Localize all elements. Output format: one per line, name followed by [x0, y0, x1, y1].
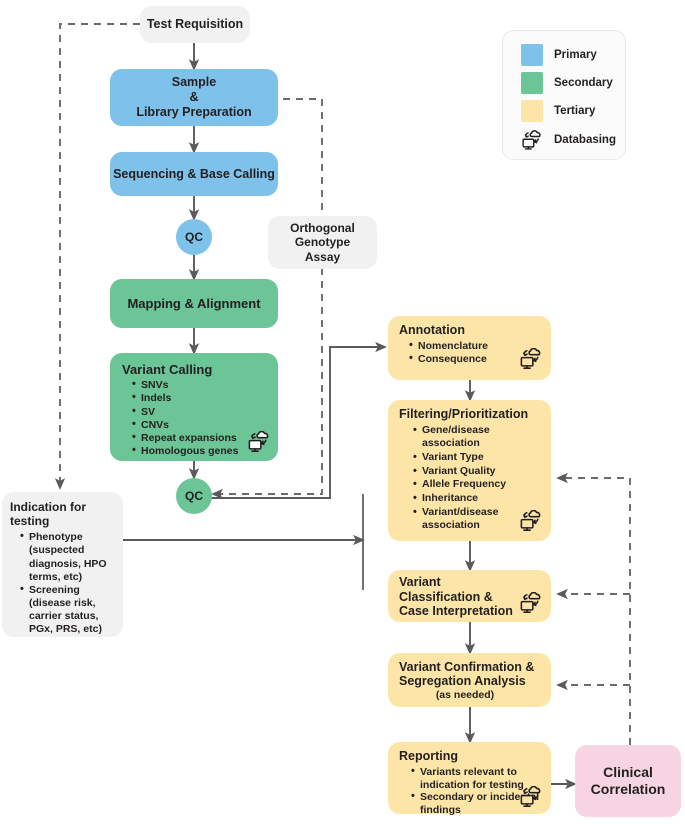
list-item: Homologous genes	[132, 444, 238, 458]
legend-swatch-primary	[521, 44, 543, 66]
node-indication-for-testing[interactable]: Indication for testing Phenotype (suspec…	[2, 492, 123, 637]
node-variant-calling-title: Variant Calling	[122, 362, 213, 377]
node-qc-secondary[interactable]: QC	[176, 478, 212, 514]
legend-item-secondary: Secondary	[521, 69, 625, 97]
node-indication-title-line1: Indication for	[10, 500, 86, 514]
node-variant-confirmation-segregation-analysis[interactable]: Variant Confirmation & Segregation Analy…	[388, 653, 551, 707]
legend-label-primary: Primary	[554, 49, 597, 61]
node-sample-line2: &	[189, 90, 199, 105]
node-orthogonal-line2: Genotype	[294, 235, 351, 250]
databasing-icon	[518, 347, 542, 370]
node-confirmation-line2: Segregation Analysis	[399, 674, 526, 689]
legend-label-tertiary: Tertiary	[554, 105, 596, 117]
databasing-icon	[521, 129, 543, 151]
indication-bullet-1-label: Screening	[29, 583, 80, 596]
node-variant-calling[interactable]: Variant Calling SNVs Indels SV CNVs Repe…	[110, 353, 278, 461]
legend-item-databasing: Databasing	[521, 125, 625, 155]
list-item: Phenotype (suspected diagnosis, HPO term…	[20, 530, 117, 584]
databasing-icon	[518, 591, 542, 614]
indication-bullet-0-detail: (suspected diagnosis, HPO terms, etc)	[29, 544, 107, 583]
node-indication-title-line2: testing	[10, 514, 50, 529]
list-item: Inheritance	[413, 491, 543, 506]
list-item: Variant Quality	[413, 464, 543, 479]
node-classification-line1: Variant Classification &	[399, 574, 493, 604]
node-reporting-title: Reporting	[399, 749, 459, 763]
indication-bullet-1-detail: (disease risk, carrier status, PGx, PRS,…	[29, 596, 102, 636]
node-confirmation-line3: (as needed)	[435, 689, 495, 702]
node-classification-line2: Case Interpretation	[399, 604, 513, 619]
node-annotation[interactable]: Annotation Nomenclature Consequence	[388, 316, 551, 380]
node-orthogonal-line3: Assay	[304, 249, 341, 264]
list-item: Nomenclature	[409, 339, 488, 353]
node-orthogonal-genotype-assay[interactable]: Orthogonal Genotype Assay	[268, 216, 377, 269]
list-item: Variant Type	[413, 450, 543, 465]
node-test-requisition-title: Test Requisition	[146, 17, 244, 32]
databasing-icon	[518, 509, 542, 532]
node-sample-library-preparation[interactable]: Sample & Library Preparation	[110, 69, 278, 126]
node-variant-classification-case-interpretation[interactable]: Variant Classification & Case Interpreta…	[388, 570, 551, 622]
flowchart-canvas: Test Requisition Sample & Library Prepar…	[0, 0, 685, 824]
legend-label-secondary: Secondary	[554, 77, 613, 89]
list-item: Repeat expansions	[132, 431, 238, 445]
node-annotation-bullets: Nomenclature Consequence	[399, 339, 488, 366]
list-item: SV	[132, 405, 238, 419]
node-sample-line1: Sample	[171, 75, 217, 90]
node-sequencing-base-calling[interactable]: Sequencing & Base Calling	[110, 152, 278, 196]
node-orthogonal-line1: Orthogonal	[290, 221, 355, 236]
indication-bullet-0-label: Phenotype	[29, 531, 83, 544]
node-qc-secondary-label: QC	[185, 488, 203, 503]
node-clinical-correlation-line2: Correlation	[590, 781, 666, 797]
node-clinical-correlation-line1: Clinical	[603, 764, 653, 781]
list-item: Consequence	[409, 352, 488, 366]
node-mapping-title: Mapping & Alignment	[127, 295, 261, 311]
node-sample-line3: Library Preparation	[136, 104, 252, 119]
node-reporting[interactable]: Reporting Variants relevant to indicatio…	[388, 742, 551, 816]
node-variant-calling-bullets: SNVs Indels SV CNVs Repeat expansions Ho…	[122, 378, 238, 458]
node-filtering-title: Filtering/Prioritization	[399, 407, 529, 421]
node-indication-bullets: Phenotype (suspected diagnosis, HPO term…	[10, 530, 117, 637]
list-item: Indels	[132, 391, 238, 405]
node-qc-primary-label: QC	[185, 229, 203, 244]
list-item: Gene/disease association	[413, 423, 543, 451]
node-confirmation-line1: Variant Confirmation &	[399, 659, 535, 674]
databasing-icon	[246, 430, 270, 453]
list-item: Screening (disease risk, carrier status,…	[20, 583, 117, 637]
legend-item-primary: Primary	[521, 41, 625, 69]
node-sequencing-title: Sequencing & Base Calling	[113, 166, 275, 181]
node-clinical-correlation[interactable]: Clinical Correlation	[575, 745, 681, 817]
node-mapping-alignment[interactable]: Mapping & Alignment	[110, 279, 278, 328]
node-filtering-prioritization[interactable]: Filtering/Prioritization Gene/disease as…	[388, 400, 551, 541]
legend-swatch-secondary	[521, 72, 543, 94]
legend: Primary Secondary Tertiary Databasing	[502, 30, 626, 160]
legend-label-databasing: Databasing	[554, 134, 616, 146]
node-qc-primary[interactable]: QC	[176, 219, 212, 255]
databasing-icon	[518, 785, 542, 808]
list-item: Allele Frequency	[413, 477, 543, 492]
list-item: CNVs	[132, 418, 238, 432]
node-annotation-title: Annotation	[399, 323, 465, 337]
node-test-requisition[interactable]: Test Requisition	[140, 6, 250, 43]
legend-swatch-tertiary	[521, 100, 543, 122]
legend-item-tertiary: Tertiary	[521, 97, 625, 125]
list-item: SNVs	[132, 378, 238, 392]
